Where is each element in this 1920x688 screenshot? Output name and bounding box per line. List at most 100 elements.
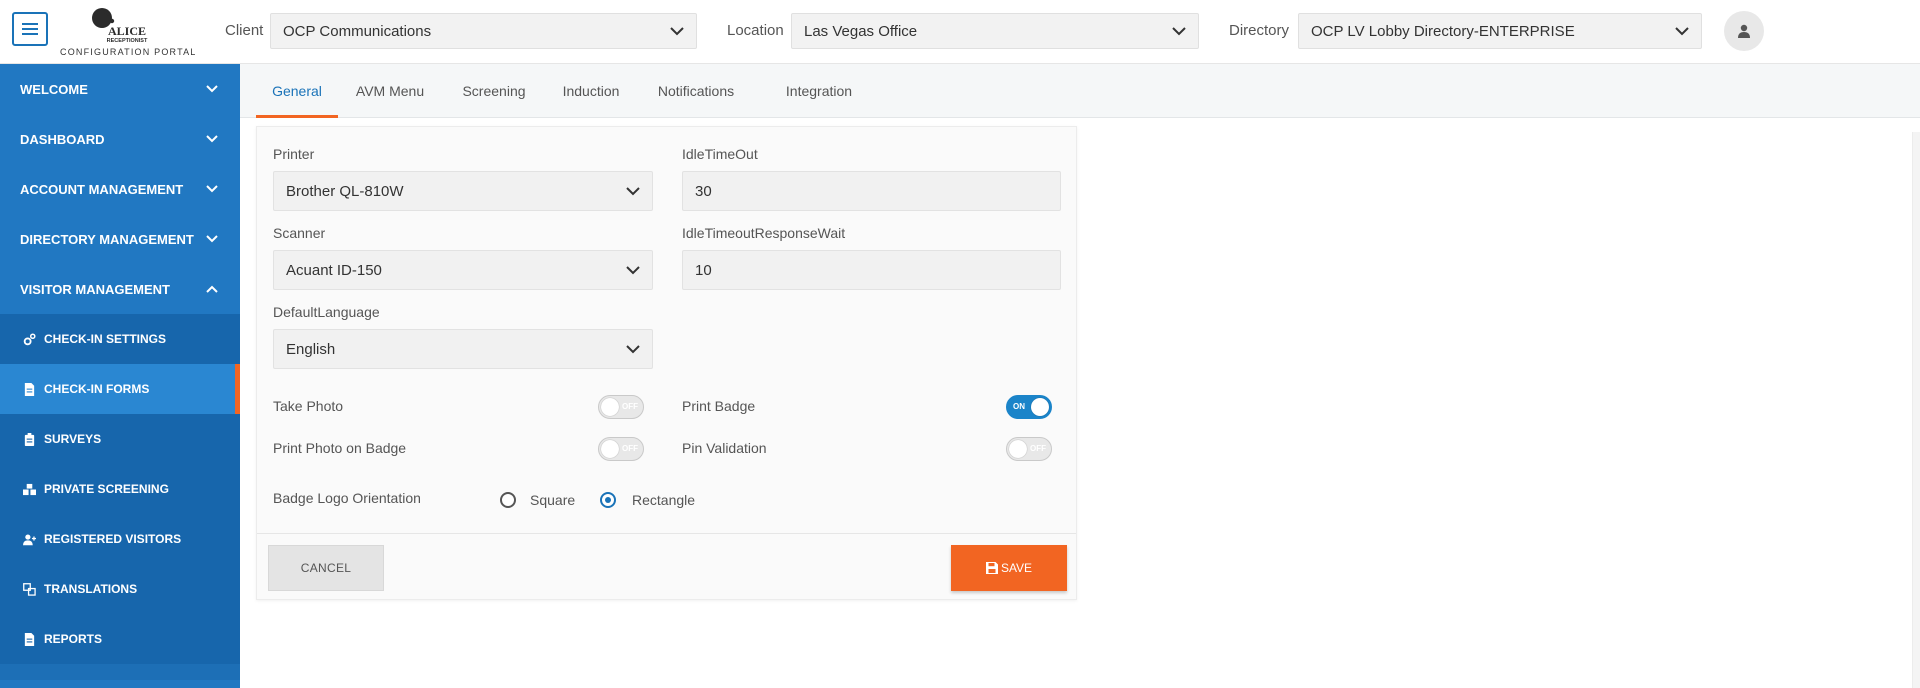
tab-notifications[interactable]: Notifications [644, 64, 748, 118]
toggle-knob [1009, 440, 1027, 458]
alice-logo-icon: ALICE RECEPTIONIST [92, 8, 148, 44]
pin-validation-label: Pin Validation [682, 440, 767, 456]
chevron-down-icon [206, 235, 218, 243]
svg-text:RECEPTIONIST: RECEPTIONIST [107, 38, 148, 44]
sidebar-item-dashboard[interactable]: DASHBOARD [0, 114, 240, 164]
badge-logo-orientation-label: Badge Logo Orientation [273, 490, 421, 506]
print-badge-toggle[interactable]: ON [1006, 395, 1052, 419]
hamburger-menu-button[interactable] [12, 12, 48, 46]
gears-icon [20, 332, 38, 346]
location-select[interactable]: Las Vegas Office [791, 13, 1199, 49]
sidebar-item-reports[interactable]: REPORTS [0, 614, 240, 664]
orientation-square-label[interactable]: Square [530, 492, 575, 508]
scanner-select[interactable]: Acuant ID-150 [273, 250, 653, 290]
chevron-down-icon [1675, 26, 1689, 35]
sidebar-item-label: REPORTS [44, 632, 103, 646]
save-button-label: SAVE [1000, 561, 1033, 575]
location-value: Las Vegas Office [804, 22, 918, 40]
user-plus-icon [20, 532, 38, 546]
printer-label: Printer [273, 146, 315, 162]
idle-timeout-label: IdleTimeOut [682, 146, 758, 162]
general-settings-panel: Printer Brother QL-810W IdleTimeOut 30 S… [256, 126, 1077, 600]
take-photo-toggle[interactable]: OFF [598, 395, 644, 419]
sidebar-item-label: PRIVATE SCREENING [44, 482, 169, 496]
tab-bar: General AVM Menu Screening Induction Not… [240, 64, 1920, 118]
orientation-square-radio[interactable] [500, 492, 516, 508]
tab-induction[interactable]: Induction [546, 64, 636, 118]
toggle-knob [601, 398, 619, 416]
sidebar-item-welcome[interactable]: WELCOME [0, 64, 240, 114]
chevron-down-icon [1172, 26, 1186, 35]
chevron-down-icon [626, 344, 640, 353]
scanner-label: Scanner [273, 225, 326, 241]
printer-select[interactable]: Brother QL-810W [273, 171, 653, 211]
form-document-icon [20, 382, 38, 396]
user-avatar-button[interactable] [1724, 11, 1764, 51]
sidebar-item-registered-visitors[interactable]: REGISTERED VISITORS [0, 514, 240, 564]
sidebar-item-label: REGISTERED VISITORS [44, 532, 182, 546]
sidebar-next-item-edge [0, 680, 240, 688]
save-button[interactable]: SAVE [951, 545, 1067, 591]
orientation-rectangle-radio[interactable] [600, 492, 616, 508]
panel-footer-divider [257, 533, 1076, 534]
sidebar-item-translations[interactable]: TRANSLATIONS [0, 564, 240, 614]
user-icon [1738, 24, 1750, 38]
chevron-down-icon [206, 85, 218, 93]
sidebar-item-visitor-management[interactable]: VISITOR MANAGEMENT [0, 264, 240, 314]
sidebar-item-check-in-settings[interactable]: CHECK-IN SETTINGS [0, 314, 240, 364]
directory-label: Directory [1229, 22, 1290, 39]
scanner-value: Acuant ID-150 [286, 261, 382, 279]
client-label: Client [225, 22, 264, 39]
hamburger-icon [22, 23, 38, 35]
idle-timeout-value: 30 [695, 182, 712, 200]
sidebar-item-private-screening[interactable]: PRIVATE SCREENING [0, 464, 240, 514]
pin-validation-toggle[interactable]: OFF [1006, 437, 1052, 461]
orientation-rectangle-label[interactable]: Rectangle [632, 492, 695, 508]
chevron-down-icon [626, 265, 640, 274]
default-language-select[interactable]: English [273, 329, 653, 369]
toggle-state-text: ON [1013, 402, 1025, 411]
chevron-down-icon [206, 135, 218, 143]
logo-subtitle: CONFIGURATION PORTAL [60, 47, 197, 57]
sidebar-item-label: WELCOME [20, 81, 88, 97]
chevron-down-icon [670, 26, 684, 35]
sidebar-item-check-in-forms[interactable]: CHECK-IN FORMS [0, 364, 240, 414]
take-photo-label: Take Photo [273, 398, 344, 414]
tab-general[interactable]: General [256, 64, 338, 118]
toggle-state-text: OFF [622, 444, 638, 453]
sidebar-item-label: SURVEYS [44, 432, 102, 446]
print-photo-label: Print Photo on Badge [273, 440, 407, 456]
sidebar-item-surveys[interactable]: SURVEYS [0, 414, 240, 464]
idle-wait-label: IdleTimeoutResponseWait [682, 225, 846, 241]
idle-timeout-input[interactable]: 30 [682, 171, 1061, 211]
sidebar-item-label: DIRECTORY MANAGEMENT [20, 231, 194, 247]
alice-logo: ALICE RECEPTIONIST CONFIGURATION PORTAL [60, 4, 197, 60]
sidebar-item-label: ACCOUNT MANAGEMENT [20, 181, 184, 197]
toggle-knob [601, 440, 619, 458]
location-label: Location [727, 22, 784, 39]
sidebar-item-label: DASHBOARD [20, 131, 105, 147]
tab-screening[interactable]: Screening [450, 64, 538, 118]
clipboard-icon [20, 432, 38, 446]
sidebar-item-account-management[interactable]: ACCOUNT MANAGEMENT [0, 164, 240, 214]
floppy-disk-icon [985, 562, 998, 574]
boxes-icon [20, 482, 38, 496]
sidebar-item-label: CHECK-IN SETTINGS [44, 332, 167, 346]
directory-select[interactable]: OCP LV Lobby Directory-ENTERPRISE [1298, 13, 1702, 49]
print-badge-label: Print Badge [682, 398, 756, 414]
default-language-label: DefaultLanguage [273, 304, 380, 320]
tab-integration[interactable]: Integration [772, 64, 866, 118]
idle-wait-input[interactable]: 10 [682, 250, 1061, 290]
right-scroll-strip [1912, 132, 1920, 688]
chevron-down-icon [206, 185, 218, 193]
sidebar: WELCOME DASHBOARD ACCOUNT MANAGEMENT DIR… [0, 64, 240, 688]
client-value: OCP Communications [283, 22, 432, 40]
tab-avm-menu[interactable]: AVM Menu [342, 64, 438, 118]
sidebar-item-directory-management[interactable]: DIRECTORY MANAGEMENT [0, 214, 240, 264]
client-select[interactable]: OCP Communications [270, 13, 697, 49]
sidebar-item-label: CHECK-IN FORMS [44, 382, 150, 396]
idle-wait-value: 10 [695, 261, 712, 279]
toggle-knob [1031, 398, 1049, 416]
print-photo-toggle[interactable]: OFF [598, 437, 644, 461]
cancel-button[interactable]: CANCEL [268, 545, 384, 591]
